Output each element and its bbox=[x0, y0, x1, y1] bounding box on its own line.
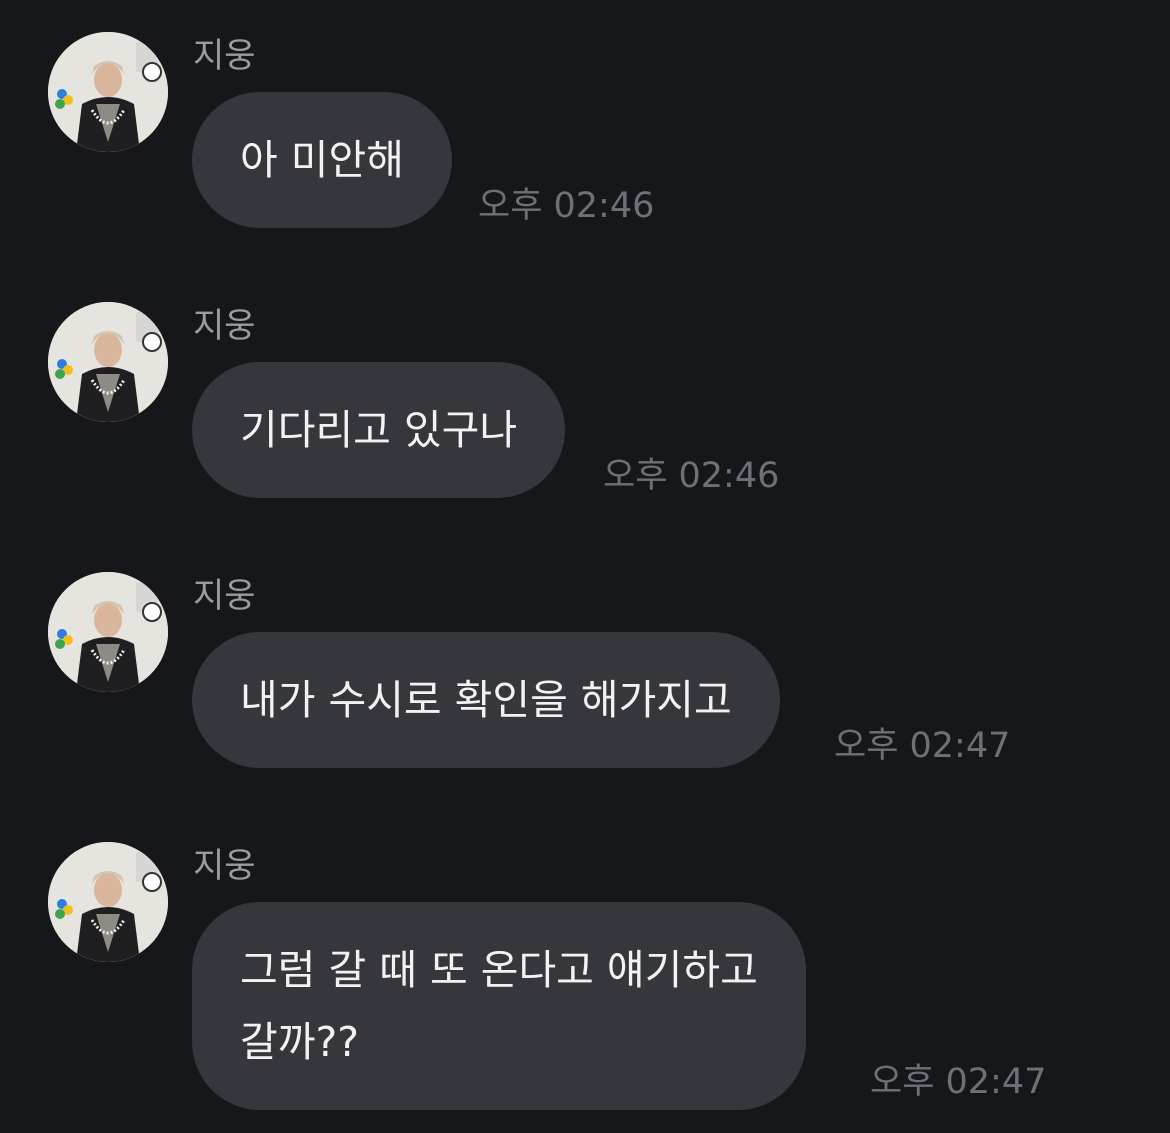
avatar[interactable] bbox=[48, 32, 168, 152]
message-text: 갈까?? bbox=[240, 1018, 359, 1066]
message-text: 아 미안해 bbox=[240, 136, 404, 184]
avatar[interactable] bbox=[48, 302, 168, 422]
avatar-photo bbox=[48, 302, 168, 422]
avatar[interactable] bbox=[48, 842, 168, 962]
message-row: 지웅 기다리고 있구나 오후 02:46 bbox=[0, 302, 1170, 502]
sender-name: 지웅 bbox=[193, 36, 256, 76]
sender-name: 지웅 bbox=[193, 576, 256, 616]
message-bubble[interactable]: 기다리고 있구나 bbox=[192, 362, 566, 498]
avatar-photo bbox=[48, 572, 168, 692]
message-time: 오후 02:46 bbox=[478, 186, 655, 226]
message-row: 지웅 아 미안해 오후 02:46 bbox=[0, 32, 1170, 232]
message-text: 내가 수시로 확인을 해가지고 bbox=[240, 676, 732, 724]
avatar-photo bbox=[48, 842, 168, 962]
message-time: 오후 02:47 bbox=[834, 726, 1011, 766]
message-time: 오후 02:47 bbox=[870, 1062, 1047, 1102]
message-time: 오후 02:46 bbox=[603, 456, 780, 496]
avatar[interactable] bbox=[48, 572, 168, 692]
message-text: 기다리고 있구나 bbox=[240, 406, 518, 454]
message-text: 그럼 갈 때 또 온다고 얘기하고 bbox=[240, 946, 758, 994]
message-row: 지웅 그럼 갈 때 또 온다고 얘기하고 갈까?? 오후 02:47 bbox=[0, 842, 1170, 1122]
message-bubble[interactable]: 내가 수시로 확인을 해가지고 bbox=[192, 632, 780, 768]
sender-name: 지웅 bbox=[193, 306, 256, 346]
message-bubble[interactable]: 아 미안해 bbox=[192, 92, 452, 228]
message-row: 지웅 내가 수시로 확인을 해가지고 오후 02:47 bbox=[0, 572, 1170, 772]
message-bubble[interactable]: 그럼 갈 때 또 온다고 얘기하고 갈까?? bbox=[192, 902, 806, 1110]
sender-name: 지웅 bbox=[193, 846, 256, 886]
chat-thread: 지웅 아 미안해 오후 02:46 지웅 기다리고 있구나 오후 02:46 지… bbox=[0, 0, 1170, 1133]
avatar-photo bbox=[48, 32, 168, 152]
